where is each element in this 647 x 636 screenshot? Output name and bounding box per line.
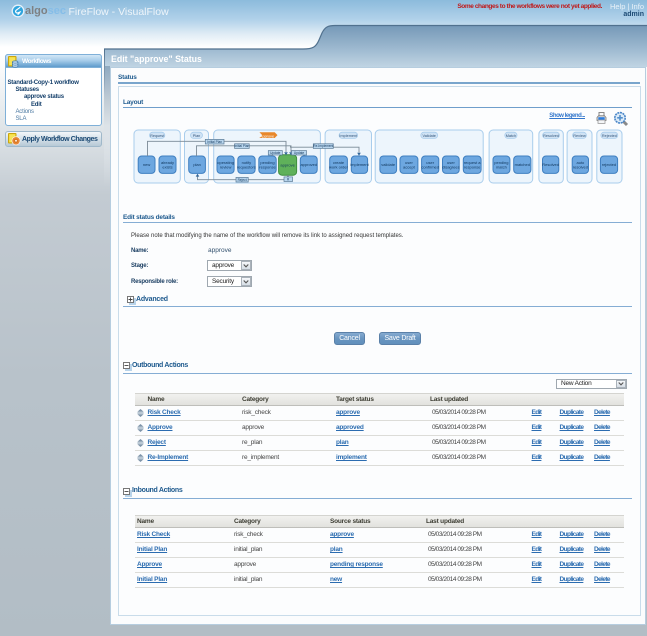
svg-text:match: match	[496, 165, 507, 170]
svg-text:disagrees: disagrees	[442, 165, 459, 170]
svg-text:resolved: resolved	[573, 165, 588, 170]
svg-text:validate: validate	[381, 162, 396, 167]
svg-text:requestors: requestors	[237, 165, 256, 170]
svg-text:Resolved: Resolved	[542, 162, 559, 167]
svg-text:Plan: Plan	[193, 134, 201, 138]
svg-text:rejected: rejected	[602, 162, 616, 167]
svg-text:accept: accept	[403, 165, 416, 170]
svg-text:approved: approved	[300, 162, 317, 167]
svg-text:Rejected: Rejected	[602, 134, 617, 138]
svg-text:response: response	[259, 165, 276, 170]
svg-text:exists: exists	[162, 165, 172, 170]
svg-text:confirmed: confirmed	[421, 165, 439, 170]
svg-text:Reject: Reject	[238, 178, 247, 182]
svg-text:Match: Match	[506, 134, 516, 138]
svg-text:Update: Update	[270, 151, 281, 155]
svg-text:Implement: Implement	[339, 134, 358, 138]
svg-text:review: review	[220, 165, 232, 170]
svg-text:Review: Review	[573, 134, 586, 138]
svg-text:approve: approve	[280, 163, 295, 168]
svg-text:Approve: Approve	[260, 135, 274, 139]
svg-text:implement: implement	[350, 162, 369, 167]
svg-text:Re-Implement: Re-Implement	[313, 144, 333, 148]
svg-text:Request: Request	[150, 134, 165, 138]
svg-text:Initial Plan: Initial Plan	[207, 140, 222, 144]
svg-text:matched: matched	[515, 162, 530, 167]
svg-text:Resolved: Resolved	[543, 134, 559, 138]
svg-text:plan: plan	[193, 162, 201, 167]
svg-text:new: new	[143, 162, 150, 167]
svg-text:response: response	[464, 165, 481, 170]
svg-text:Update: Update	[294, 151, 305, 155]
svg-text:Validate: Validate	[422, 134, 435, 138]
svg-text:work order: work order	[329, 165, 349, 170]
svg-text:Initial Plan: Initial Plan	[235, 144, 250, 148]
